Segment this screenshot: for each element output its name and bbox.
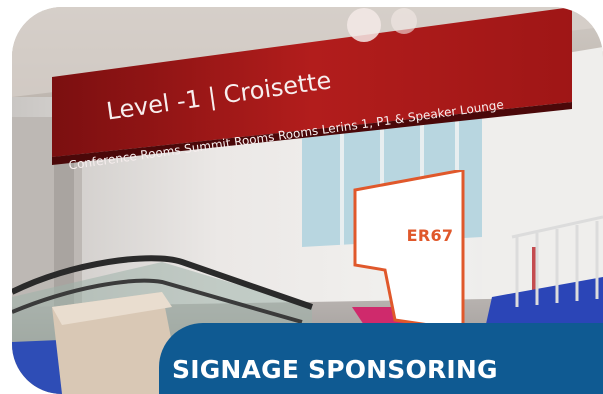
location-tag-label: ER67 (406, 226, 454, 245)
sign-logo (347, 8, 381, 42)
photo-card: Level -1 | Croisette Conference Rooms Su… (12, 7, 603, 394)
caption-title: SIGNAGE SPONSORING (172, 355, 498, 384)
